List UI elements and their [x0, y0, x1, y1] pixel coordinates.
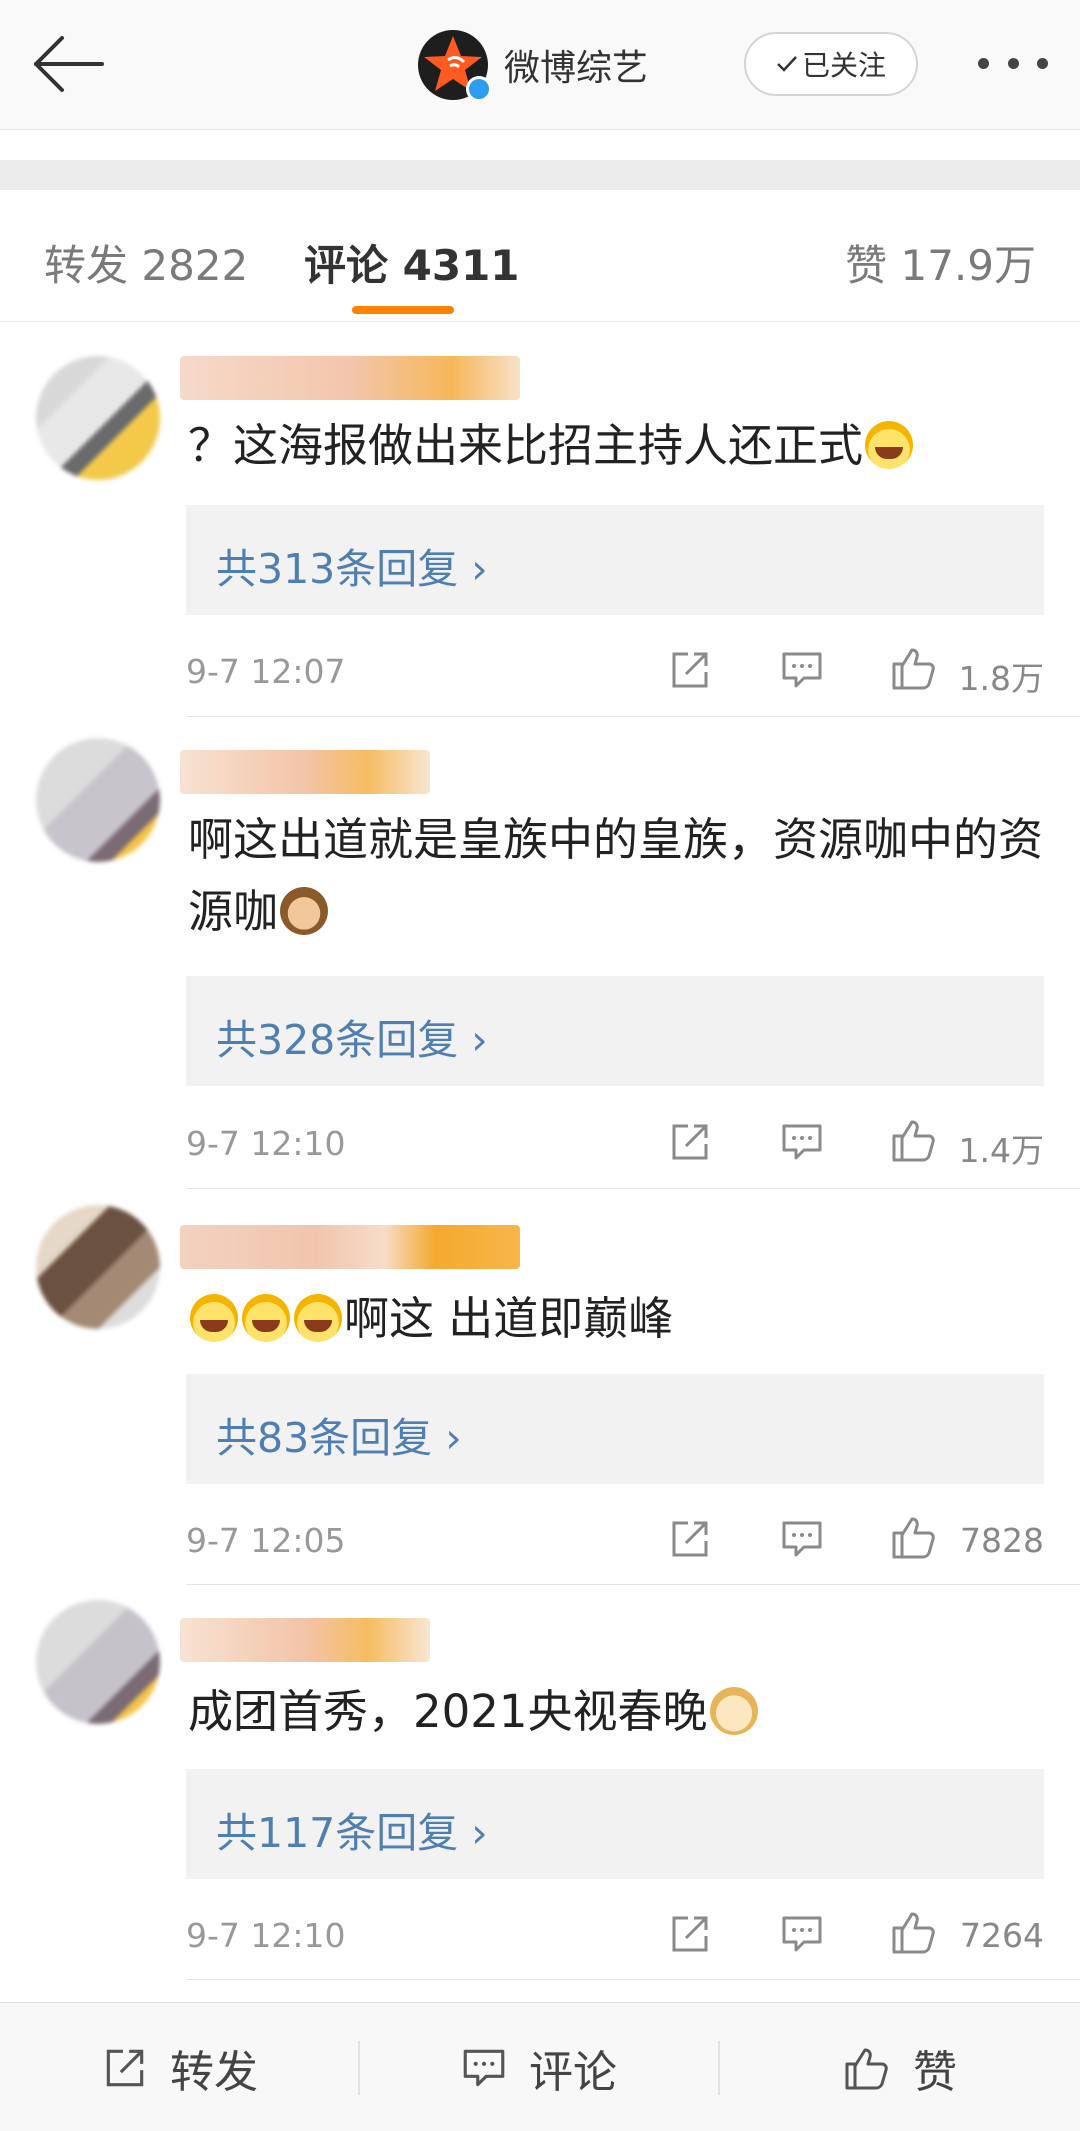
thumbs-up-icon[interactable]: [888, 642, 940, 694]
commenter-avatar[interactable]: [36, 1205, 160, 1329]
comment-time: 9-7 12:10: [186, 1916, 346, 1955]
replies-link[interactable]: 共117条回复 ›: [186, 1769, 1044, 1879]
comment-divider: [186, 1979, 1080, 1980]
like-label: 赞: [913, 2046, 957, 2098]
comment-divider: [186, 1584, 1080, 1585]
tab-reposts[interactable]: 转发 2822: [44, 232, 248, 293]
comment-divider: [186, 1188, 1080, 1189]
comment-button[interactable]: 评论: [358, 2003, 718, 2131]
tab-likes[interactable]: 赞 17.9万: [845, 232, 1036, 293]
replies-link[interactable]: 共313条回复 ›: [186, 505, 1044, 615]
commenter-name-blurred[interactable]: [180, 1618, 430, 1662]
commenter-name-blurred[interactable]: [180, 750, 430, 794]
commenter-avatar[interactable]: [36, 356, 160, 480]
thumbs-up-icon: [845, 2048, 888, 2089]
more-options-icon[interactable]: [978, 48, 1048, 78]
comment-meta: 9-7 12:10 1.4万: [186, 1118, 1044, 1170]
doge-emoji-icon: [709, 1687, 758, 1735]
laugh-cry-emoji-icon: [294, 1294, 342, 1342]
comment-meta: 9-7 12:05 7828: [186, 1515, 1044, 1565]
comment-meta: 9-7 12:07 1.8万: [186, 646, 1044, 698]
comment-meta: 9-7 12:10 7264: [186, 1910, 1044, 1960]
laugh-cry-emoji-icon: [190, 1294, 238, 1342]
top-nav-bar: 微博综艺 已关注: [0, 0, 1080, 130]
commenter-name-blurred[interactable]: [180, 356, 520, 400]
laugh-cry-emoji-icon: [242, 1294, 290, 1342]
comment-text: ？这海报做出来比招主持人还正式: [188, 410, 1048, 482]
following-label: 已关注: [801, 49, 886, 82]
like-button[interactable]: 赞: [718, 2003, 1080, 2131]
like-count: 7264: [960, 1916, 1044, 1955]
comment-time: 9-7 12:05: [186, 1521, 346, 1560]
comment-icon[interactable]: [778, 1118, 826, 1166]
commenter-avatar[interactable]: [36, 738, 160, 862]
comment-divider: [186, 716, 1080, 717]
comment-icon[interactable]: [778, 1515, 826, 1563]
account-avatar[interactable]: [418, 30, 492, 102]
section-gap: [0, 160, 1080, 190]
interaction-tabs: 转发 2822 评论 4311 赞 17.9万: [0, 190, 1080, 322]
share-icon: [106, 2049, 144, 2086]
account-header[interactable]: 微博综艺: [418, 26, 648, 104]
comment-text: 啊这 出道即巅峰: [188, 1283, 1048, 1355]
commenter-avatar[interactable]: [36, 1600, 160, 1724]
verified-badge-icon: [466, 76, 492, 102]
like-count: 1.8万: [958, 659, 1044, 698]
comment-icon: [463, 2049, 505, 2086]
comment-time: 9-7 12:07: [186, 652, 346, 691]
share-icon[interactable]: [666, 1118, 714, 1166]
checkmark-icon: [776, 48, 798, 81]
comment-icon[interactable]: [778, 646, 826, 694]
commenter-name-blurred[interactable]: [180, 1225, 520, 1269]
repost-button[interactable]: 转发: [0, 2003, 358, 2131]
active-tab-indicator: [352, 306, 454, 314]
share-icon[interactable]: [666, 646, 714, 694]
following-button[interactable]: 已关注: [744, 32, 918, 96]
thumbs-up-icon[interactable]: [888, 1906, 940, 1958]
comment-text: 成团首秀，2021央视春晚: [188, 1676, 1048, 1748]
tab-comments[interactable]: 评论 4311: [304, 232, 520, 293]
account-name[interactable]: 微博综艺: [504, 39, 648, 91]
thumbs-up-icon[interactable]: [888, 1511, 940, 1563]
comment-icon[interactable]: [778, 1910, 826, 1958]
share-icon[interactable]: [666, 1910, 714, 1958]
comment-text: 啊这出道就是皇族中的皇族，资源咖中的资源咖: [188, 813, 1044, 938]
laugh-cry-emoji-icon: [865, 421, 914, 469]
bottom-action-bar: 转发 评论 赞: [0, 2002, 1080, 2131]
replies-link[interactable]: 共328条回复 ›: [186, 976, 1044, 1086]
thumbs-up-icon[interactable]: [888, 1114, 940, 1166]
like-count: 1.4万: [958, 1131, 1044, 1170]
replies-link[interactable]: 共83条回复 ›: [186, 1374, 1044, 1484]
like-count: 7828: [960, 1521, 1044, 1560]
back-arrow-icon[interactable]: [28, 30, 108, 100]
comment-time: 9-7 12:10: [186, 1124, 346, 1163]
see-no-evil-monkey-emoji-icon: [280, 887, 329, 935]
share-icon[interactable]: [666, 1515, 714, 1563]
comment-label: 评论: [529, 2046, 617, 2098]
repost-label: 转发: [170, 2046, 258, 2098]
